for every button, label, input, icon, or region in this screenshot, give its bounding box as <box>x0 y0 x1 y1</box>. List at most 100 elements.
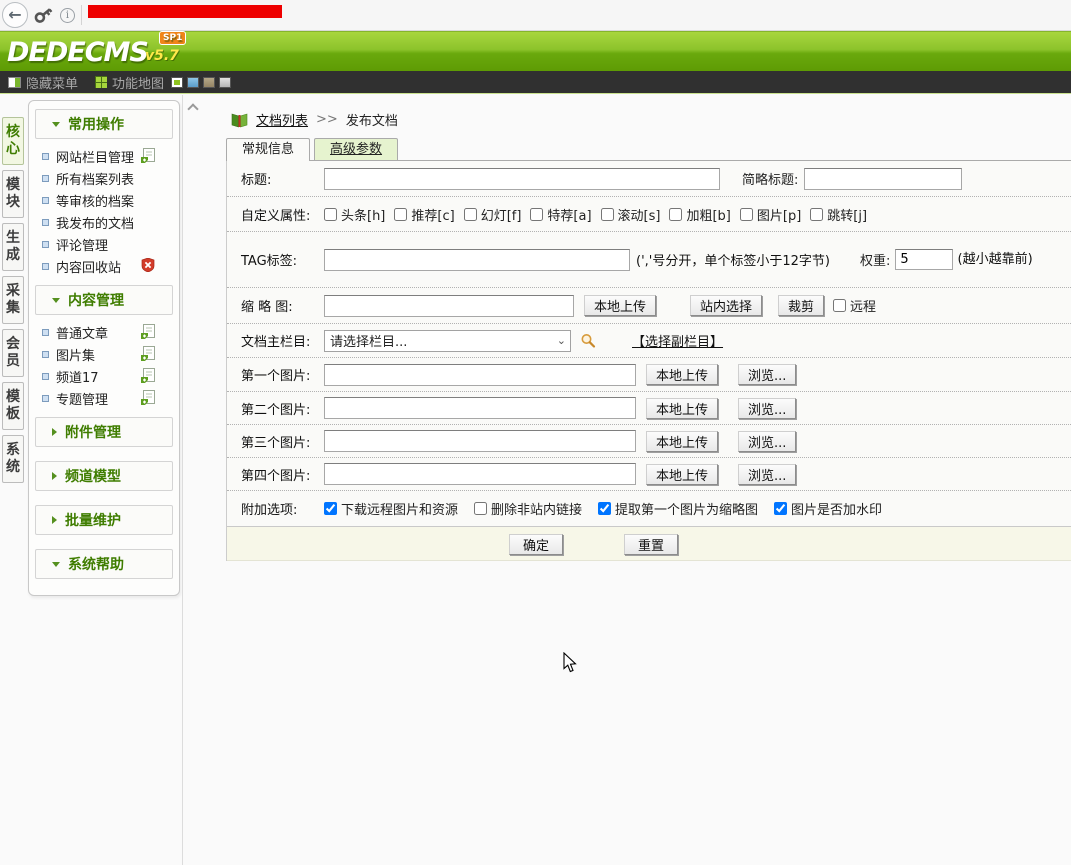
image2-input[interactable] <box>324 397 636 419</box>
section-common-operations[interactable]: 常用操作 <box>35 109 173 139</box>
chevron-down-icon <box>52 562 60 567</box>
weight-cell: (越小越靠前) <box>895 249 1067 270</box>
select-value: 请选择栏目... <box>330 331 407 350</box>
module-tab-template[interactable]: 模板 <box>2 382 24 430</box>
sidebar-item-topic-management[interactable]: 专题管理 <box>29 387 179 409</box>
breadcrumb-current: 发布文档 <box>346 110 398 129</box>
attr-recommend-checkbox[interactable] <box>394 208 407 221</box>
attr-headline-checkbox[interactable] <box>324 208 337 221</box>
module-tab-module[interactable]: 模块 <box>2 170 24 218</box>
sidebar-item-my-documents[interactable]: 我发布的文档 <box>29 211 179 233</box>
opt-download-remote-checkbox[interactable] <box>324 502 337 515</box>
thumbnail-label: 缩 略 图: <box>241 296 324 315</box>
short-title-input[interactable] <box>804 168 962 190</box>
image4-browse-button[interactable]: 浏览... <box>738 464 796 485</box>
dedecms-logo: DEDECMS SP1 <box>7 37 148 68</box>
sidebar-scroll-up-icon[interactable] <box>187 103 198 114</box>
theme-blue-swatch[interactable] <box>187 77 199 88</box>
reset-button[interactable]: 重置 <box>624 534 678 555</box>
doc-add-icon[interactable] <box>141 368 155 387</box>
section-batch-maintenance[interactable]: 批量维护 <box>35 505 173 535</box>
doc-add-icon[interactable] <box>141 390 155 409</box>
tab-advanced-params[interactable]: 高级参数 <box>314 138 398 161</box>
sidebar-panel: 常用操作 网站栏目管理 所有档案列表 等审核的档案 我发布的文档 评论管理 内容… <box>28 100 180 596</box>
trash-red-icon[interactable] <box>141 258 155 276</box>
tab-general-info[interactable]: 常规信息 <box>226 138 310 161</box>
chevron-down-icon: ⌄ <box>557 334 566 347</box>
chevron-down-icon <box>52 122 60 127</box>
module-tab-generate[interactable]: 生成 <box>2 223 24 271</box>
attr-bold-checkbox[interactable] <box>669 208 682 221</box>
thumb-local-upload-button[interactable]: 本地上传 <box>584 295 656 316</box>
sidebar-item-channel-17[interactable]: 频道17 <box>29 365 179 387</box>
sidebar-item-label: 图片集 <box>56 345 95 364</box>
image3-row: 第三个图片: 本地上传 浏览... <box>227 425 1071 458</box>
attr-slide-checkbox[interactable] <box>464 208 477 221</box>
module-tab-member[interactable]: 会员 <box>2 329 24 377</box>
module-tab-system[interactable]: 系统 <box>2 435 24 483</box>
theme-green-swatch[interactable] <box>171 77 183 88</box>
bullet-icon <box>42 395 49 402</box>
bullet-icon <box>42 153 49 160</box>
title-input[interactable] <box>324 168 720 190</box>
section-system-help[interactable]: 系统帮助 <box>35 549 173 579</box>
sidebar-item-all-archives[interactable]: 所有档案列表 <box>29 167 179 189</box>
back-icon[interactable]: ← <box>2 2 28 28</box>
image1-local-upload-button[interactable]: 本地上传 <box>646 364 718 385</box>
info-icon[interactable]: i <box>60 8 75 23</box>
weight-input[interactable] <box>895 249 953 270</box>
theme-gray-swatch[interactable] <box>219 77 231 88</box>
doc-add-icon[interactable] <box>141 346 155 365</box>
chevron-right-icon <box>52 428 57 436</box>
image2-browse-button[interactable]: 浏览... <box>738 398 796 419</box>
section-channel-model[interactable]: 频道模型 <box>35 461 173 491</box>
attr-jump-checkbox[interactable] <box>810 208 823 221</box>
sidebar-item-image-gallery[interactable]: 图片集 <box>29 343 179 365</box>
key-icon[interactable] <box>31 3 55 27</box>
sidebar-item-recycle-bin[interactable]: 内容回收站 <box>29 255 179 277</box>
select-sub-category-link[interactable]: 【选择副栏目】 <box>632 331 723 350</box>
attr-special-checkbox[interactable] <box>530 208 543 221</box>
thumb-site-select-button[interactable]: 站内选择 <box>690 295 762 316</box>
sidebar-item-comments[interactable]: 评论管理 <box>29 233 179 255</box>
image1-browse-button[interactable]: 浏览... <box>738 364 796 385</box>
attr-label: 头条[h] <box>341 205 385 224</box>
sidebar-item-site-columns[interactable]: 网站栏目管理 <box>29 145 179 167</box>
sidebar-item-pending-archives[interactable]: 等审核的档案 <box>29 189 179 211</box>
thumb-remote-checkbox[interactable] <box>833 299 846 312</box>
tag-input[interactable] <box>324 249 630 271</box>
option-label: 提取第一个图片为缩略图 <box>615 499 758 518</box>
image3-input[interactable] <box>324 430 636 452</box>
extra-options-label: 附加选项: <box>241 499 324 518</box>
module-tab-core[interactable]: 核心 <box>2 117 24 165</box>
url-bar-redacted[interactable] <box>88 5 282 18</box>
hide-menu-button[interactable]: 隐藏菜单 <box>8 74 78 90</box>
opt-remove-external-links-checkbox[interactable] <box>474 502 487 515</box>
bullet-icon <box>42 351 49 358</box>
image2-local-upload-button[interactable]: 本地上传 <box>646 398 718 419</box>
image1-input[interactable] <box>324 364 636 386</box>
section-content-management[interactable]: 内容管理 <box>35 285 173 315</box>
sidebar-item-label: 所有档案列表 <box>56 169 134 188</box>
opt-first-image-thumb-checkbox[interactable] <box>598 502 611 515</box>
image4-input[interactable] <box>324 463 636 485</box>
sidebar-item-normal-article[interactable]: 普通文章 <box>29 321 179 343</box>
thumbnail-input[interactable] <box>324 295 574 317</box>
image3-browse-button[interactable]: 浏览... <box>738 431 796 452</box>
function-map-button[interactable]: 功能地图 <box>95 74 164 90</box>
search-category-icon[interactable] <box>580 333 596 349</box>
theme-brown-swatch[interactable] <box>203 77 215 88</box>
doc-add-icon[interactable] <box>141 148 155 167</box>
submit-button[interactable]: 确定 <box>509 534 563 555</box>
image4-local-upload-button[interactable]: 本地上传 <box>646 464 718 485</box>
section-attachment-management[interactable]: 附件管理 <box>35 417 173 447</box>
attr-scroll-checkbox[interactable] <box>601 208 614 221</box>
opt-watermark-checkbox[interactable] <box>774 502 787 515</box>
image3-local-upload-button[interactable]: 本地上传 <box>646 431 718 452</box>
attr-picture-checkbox[interactable] <box>740 208 753 221</box>
module-tab-collect[interactable]: 采集 <box>2 276 24 324</box>
doc-add-icon[interactable] <box>141 324 155 343</box>
thumb-crop-button[interactable]: 裁剪 <box>778 295 824 316</box>
main-category-select[interactable]: 请选择栏目... ⌄ <box>324 330 571 352</box>
breadcrumb-link[interactable]: 文档列表 <box>256 110 308 129</box>
